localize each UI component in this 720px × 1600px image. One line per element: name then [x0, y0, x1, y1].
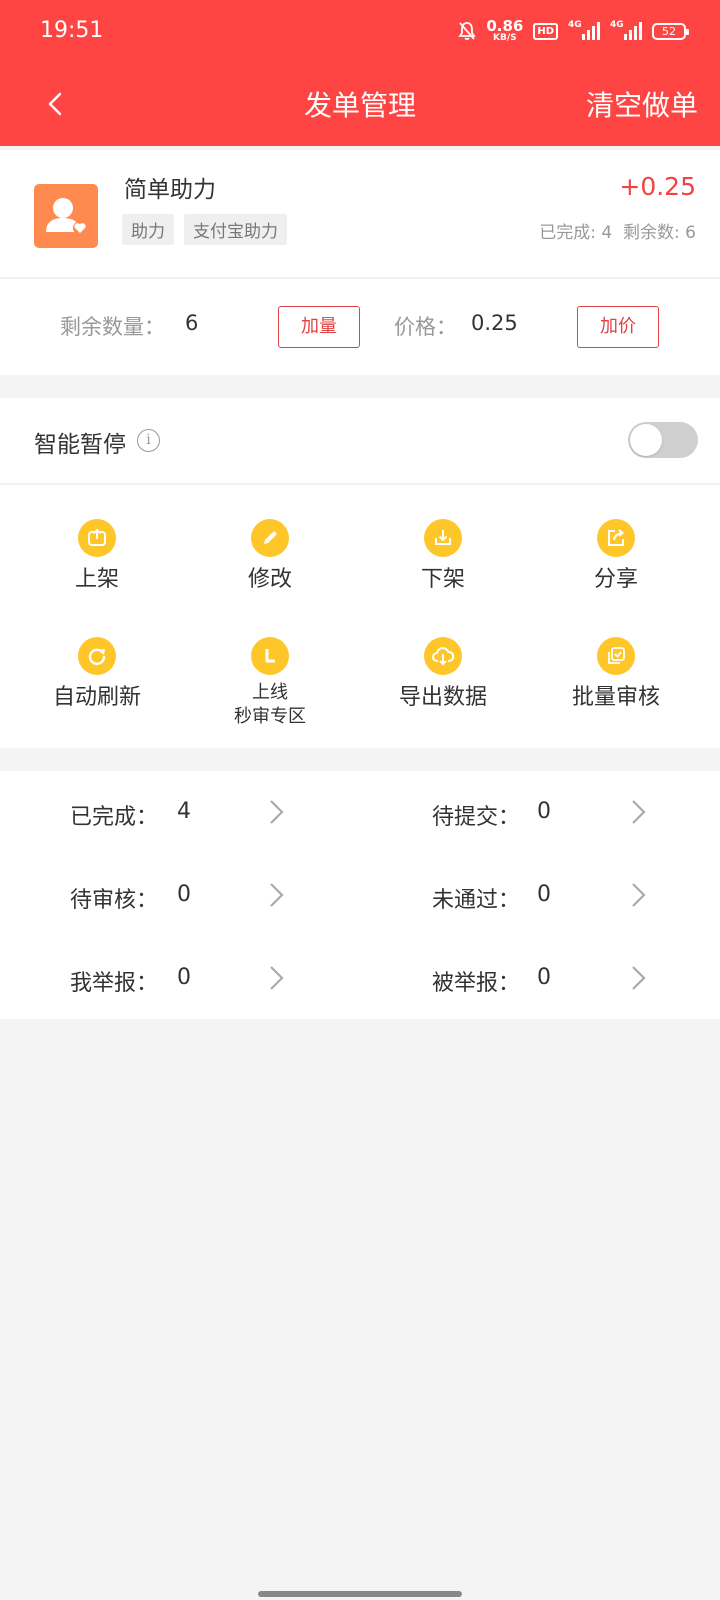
- action-label-line1: 上线: [252, 682, 288, 703]
- count-label: 未通过：: [432, 888, 521, 913]
- task-tags: 助力 支付宝助力: [122, 214, 287, 245]
- chevron-right-icon: [632, 966, 646, 990]
- share-icon: [597, 519, 635, 557]
- action-label: 修改: [247, 567, 292, 592]
- order-counts: 已完成： 4 待提交： 0 待审核： 0 未通过： 0 我举报： 0 被举报： …: [0, 771, 720, 1019]
- edit-button[interactable]: 修改: [180, 519, 360, 593]
- batch-review-icon: [597, 637, 635, 675]
- battery-icon: 52: [652, 22, 689, 40]
- batch-review-button[interactable]: 批量审核: [526, 637, 706, 711]
- pencil-icon: [251, 519, 289, 557]
- completed-count-row[interactable]: 已完成： 4: [70, 783, 290, 843]
- remaining-qty-label: 剩余数量：: [60, 315, 165, 339]
- add-price-button[interactable]: 加价: [577, 306, 659, 348]
- action-label: 上线 秒审专区: [180, 681, 360, 729]
- signal-icon-2: 4G: [610, 20, 642, 40]
- price-label: 价格：: [394, 315, 457, 339]
- download-icon: [424, 519, 462, 557]
- status-bar: 19:51 0.86 KB/S HD 4G 4G 52: [0, 0, 720, 62]
- count-label: 我举报：: [70, 971, 159, 996]
- task-tag: 支付宝助力: [184, 214, 287, 245]
- smart-pause-row: 智能暂停 i: [0, 398, 720, 484]
- share-button[interactable]: 分享: [526, 519, 706, 593]
- remaining-value: 6: [685, 223, 696, 243]
- count-label: 已完成：: [70, 805, 159, 830]
- action-label-line2: 秒审专区: [234, 706, 306, 727]
- user-heart-icon: [46, 198, 87, 235]
- action-label: 自动刷新: [52, 685, 141, 710]
- signal-icon: 4G: [568, 20, 600, 40]
- action-label: 导出数据: [398, 685, 487, 710]
- count-value: 0: [537, 882, 551, 907]
- chevron-right-icon: [632, 800, 646, 824]
- smart-pause-label: 智能暂停: [34, 432, 126, 458]
- action-label: 分享: [593, 567, 638, 592]
- completed-value: 4: [601, 223, 613, 243]
- remaining-label: 剩余数:: [623, 223, 680, 243]
- task-name: 简单助力: [124, 177, 216, 203]
- cloud-download-icon: [424, 637, 462, 675]
- upload-icon: [78, 519, 116, 557]
- smart-pause-toggle[interactable]: [628, 422, 698, 458]
- auto-refresh-button[interactable]: 自动刷新: [7, 637, 187, 711]
- remaining-qty-value: 6: [185, 311, 199, 335]
- add-quantity-button[interactable]: 加量: [278, 306, 360, 348]
- actions-grid: 上架 修改 下架 分享 自动刷新 上线 秒审专区 导出数据 批量审核: [0, 485, 720, 748]
- clock-icon: [251, 637, 289, 675]
- chevron-right-icon: [270, 883, 284, 907]
- list-on-button[interactable]: 上架: [7, 519, 187, 593]
- rejected-count-row[interactable]: 未通过： 0: [432, 866, 652, 926]
- status-time: 19:51: [40, 18, 104, 43]
- info-icon[interactable]: i: [137, 429, 160, 452]
- pending-review-count-row[interactable]: 待审核： 0: [70, 866, 290, 926]
- clear-orders-button[interactable]: 清空做单: [586, 84, 698, 124]
- action-label: 上架: [74, 567, 119, 592]
- price-value: 0.25: [471, 311, 518, 335]
- hd-badge: HD: [533, 22, 558, 40]
- status-icons: 0.86 KB/S HD 4G 4G 52: [458, 17, 689, 43]
- count-value: 0: [177, 965, 191, 990]
- toggle-knob: [630, 424, 662, 456]
- count-value: 0: [537, 965, 551, 990]
- completed-label: 已完成:: [539, 223, 596, 243]
- refresh-icon: [78, 637, 116, 675]
- count-label: 待提交：: [432, 805, 521, 830]
- my-reports-count-row[interactable]: 我举报： 0: [70, 949, 290, 1009]
- action-label: 批量审核: [571, 685, 660, 710]
- count-label: 被举报：: [432, 971, 521, 996]
- task-avatar: [34, 184, 98, 248]
- chevron-right-icon: [270, 966, 284, 990]
- count-value: 0: [537, 799, 551, 824]
- navbar: 发单管理 清空做单: [0, 62, 720, 146]
- chevron-right-icon: [632, 883, 646, 907]
- instant-review-button[interactable]: 上线 秒审专区: [180, 637, 360, 729]
- export-data-button[interactable]: 导出数据: [353, 637, 533, 711]
- task-tag: 助力: [122, 214, 174, 245]
- network-speed: 0.86 KB/S: [486, 17, 524, 43]
- task-reward: +0.25: [619, 172, 696, 201]
- home-indicator[interactable]: [258, 1591, 462, 1597]
- pending-submit-count-row[interactable]: 待提交： 0: [432, 783, 652, 843]
- chevron-right-icon: [270, 800, 284, 824]
- mute-bell-icon: [458, 22, 476, 41]
- task-card[interactable]: 简单助力 助力 支付宝助力 +0.25 已完成: 4 剩余数: 6: [0, 150, 720, 278]
- reported-count-row[interactable]: 被举报： 0: [432, 949, 652, 1009]
- action-label: 下架: [420, 567, 465, 592]
- list-off-button[interactable]: 下架: [353, 519, 533, 593]
- count-label: 待审核：: [70, 888, 159, 913]
- quantity-price-row: 剩余数量： 6 加量 价格： 0.25 加价: [0, 279, 720, 375]
- count-value: 0: [177, 882, 191, 907]
- count-value: 4: [177, 799, 191, 824]
- task-stats: 已完成: 4 剩余数: 6: [539, 218, 696, 243]
